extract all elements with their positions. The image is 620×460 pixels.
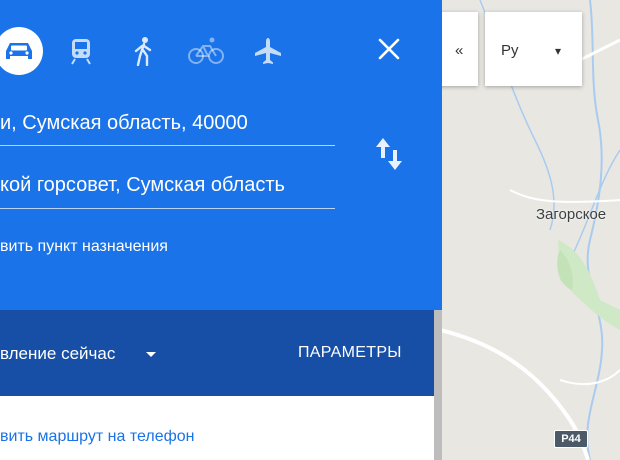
bike-mode-button[interactable] <box>186 24 226 78</box>
panel-scrollbar[interactable] <box>434 310 442 460</box>
chevron-down-icon[interactable]: ▾ <box>555 44 561 58</box>
depart-time-dropdown[interactable]: вление сейчас <box>0 344 115 364</box>
destination-input[interactable]: кой горсовет, Сумская область <box>0 174 335 209</box>
origin-input[interactable]: и, Сумская область, 40000 <box>0 112 335 146</box>
send-to-phone-link[interactable]: вить маршрут на телефон <box>0 428 195 446</box>
directions-panel: и, Сумская область, 40000 кой горсовет, … <box>0 0 442 460</box>
depart-options-bar: вление сейчас ПАРАМЕТРЫ <box>0 310 434 396</box>
map-control-glyph: Ру <box>501 42 519 59</box>
train-icon <box>71 39 91 65</box>
plane-icon <box>255 38 281 64</box>
flight-mode-button[interactable] <box>248 24 288 78</box>
map-control-glyph: « <box>455 42 464 59</box>
close-directions-button[interactable] <box>370 30 408 68</box>
walk-icon <box>134 37 152 66</box>
caret-down-icon[interactable] <box>146 352 156 357</box>
map-control-left[interactable]: « <box>438 12 478 86</box>
bike-icon <box>188 37 224 64</box>
walk-mode-button[interactable] <box>124 24 164 78</box>
add-destination-link[interactable]: вить пункт назначения <box>0 238 168 256</box>
road-shield: P44 <box>554 430 588 448</box>
swap-icon <box>376 138 402 170</box>
close-icon <box>378 38 400 60</box>
map-control-layer[interactable]: Ру ▾ <box>485 12 582 86</box>
transit-mode-button[interactable] <box>61 24 101 78</box>
car-icon <box>6 43 32 59</box>
car-mode-button[interactable] <box>0 27 43 75</box>
map-place-label: Загорское <box>536 206 607 223</box>
directions-header: и, Сумская область, 40000 кой горсовет, … <box>0 0 442 310</box>
swap-locations-button[interactable] <box>372 134 406 174</box>
route-options-button[interactable]: ПАРАМЕТРЫ <box>298 344 402 362</box>
